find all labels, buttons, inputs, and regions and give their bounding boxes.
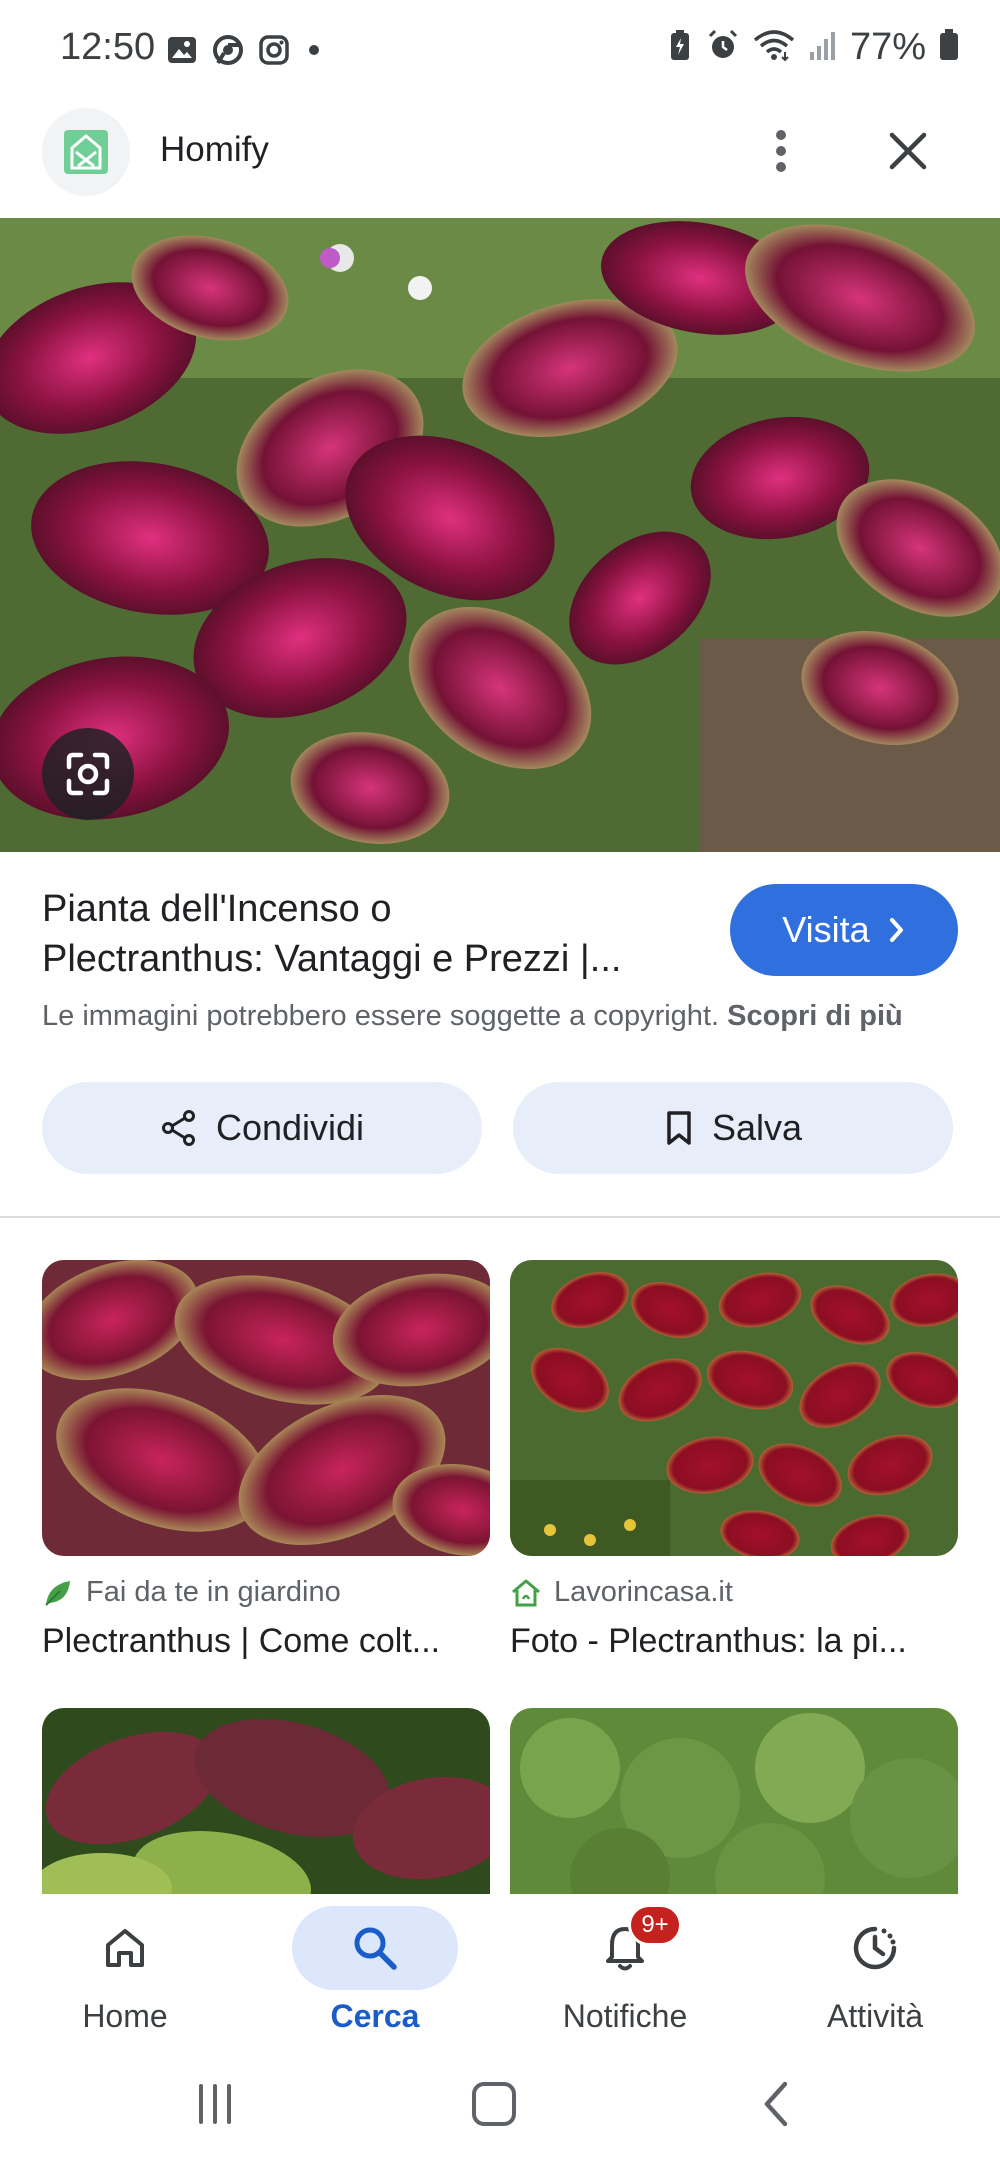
related-title-2[interactable]: Foto - Plectranthus: la pi...: [510, 1622, 958, 1661]
related-source-2[interactable]: Lavorincasa.it: [510, 1576, 733, 1609]
chrome-icon: [212, 34, 244, 71]
related-image-3[interactable]: [42, 1708, 490, 1908]
nav-notifications-label: Notifiche: [562, 1998, 688, 2034]
nav-home[interactable]: Home: [0, 1894, 250, 2044]
nav-activity[interactable]: Attività: [750, 1894, 1000, 2044]
nav-home-label: Home: [82, 1998, 168, 2034]
home-icon: [106, 1929, 144, 1967]
save-label: Salva: [711, 1107, 803, 1148]
leaf-favicon-icon: [45, 1580, 70, 1606]
share-button[interactable]: Condividi: [42, 1082, 482, 1174]
main-image[interactable]: [0, 218, 1000, 852]
coleus-thumbnail-image: [42, 1260, 490, 1556]
related-image-2[interactable]: [510, 1260, 958, 1556]
related-title-1[interactable]: Plectranthus | Come colt...: [42, 1622, 490, 1661]
status-time: 12:50: [60, 26, 156, 68]
related-image-1[interactable]: [42, 1260, 490, 1556]
share-icon: [161, 1110, 195, 1146]
divider: [0, 1216, 1000, 1218]
status-right: 77%: [666, 26, 960, 69]
nav-notifications-pill: [542, 1906, 708, 1990]
green-shrub-thumbnail-image: [510, 1708, 958, 1908]
notification-badge: 9+: [628, 1904, 682, 1946]
bottom-navigation: Home Cerca 9+ Notifiche Attività: [0, 1894, 1000, 2044]
result-title[interactable]: Pianta dell'Incenso o Plectranthus: Vant…: [42, 884, 722, 984]
more-options-button[interactable]: [756, 116, 806, 186]
coleus-green-thumbnail-image: [42, 1708, 490, 1908]
save-button[interactable]: Salva: [513, 1082, 953, 1174]
coleus-red-thumbnail-image: [510, 1260, 958, 1556]
back-icon: [764, 2081, 788, 2127]
related-source-1[interactable]: Fai da te in giardino: [42, 1576, 341, 1609]
system-navigation: [0, 2044, 1000, 2166]
house-favicon-icon: [512, 1579, 540, 1606]
status-left-icons: [166, 34, 324, 71]
learn-more-link[interactable]: Scopri di più: [727, 1000, 903, 1032]
battery-saver-icon: [666, 28, 694, 67]
close-icon: [889, 132, 927, 170]
related-image-4[interactable]: [510, 1708, 958, 1908]
gallery-icon: [166, 34, 198, 71]
site-name: Homify: [160, 130, 269, 169]
bookmark-icon: [667, 1111, 691, 1145]
copyright-notice: Le immagini potrebbero essere soggette a…: [42, 1000, 903, 1033]
recents-icon: [199, 2084, 231, 2124]
wifi-icon: [752, 28, 796, 67]
homify-logo-icon: [64, 130, 108, 174]
system-home-button[interactable]: [434, 2064, 554, 2144]
share-label: Condividi: [215, 1107, 365, 1148]
search-icon: [354, 1927, 397, 1970]
nav-home-pill: [42, 1906, 208, 1990]
related-source-1-label: Fai da te in giardino: [86, 1576, 341, 1608]
visit-label: Visita: [782, 909, 870, 950]
lens-search-button[interactable]: [42, 728, 134, 820]
more-vert-icon: [776, 130, 786, 172]
lens-icon: [66, 752, 110, 796]
back-button[interactable]: [716, 2064, 836, 2144]
chevron-right-icon: [889, 918, 903, 942]
nav-activity-label: Attività: [826, 1998, 924, 2034]
dot-icon: [304, 34, 324, 71]
status-bar: 12:50 77%: [0, 0, 1000, 100]
result-title-line1: Pianta dell'Incenso o: [42, 888, 392, 930]
nav-search[interactable]: Cerca: [250, 1894, 500, 2044]
copyright-text: Le immagini potrebbero essere soggette a…: [42, 1000, 720, 1032]
nav-notifications[interactable]: 9+ Notifiche: [500, 1894, 750, 2044]
nav-activity-pill: [792, 1906, 958, 1990]
home-button-icon: [472, 2082, 516, 2126]
instagram-icon: [258, 34, 290, 71]
app-header: Homify: [0, 100, 1000, 218]
recents-button[interactable]: [155, 2064, 275, 2144]
alarm-icon: [706, 28, 740, 67]
battery-icon: [938, 28, 960, 67]
result-title-line2: Plectranthus: Vantaggi e Prezzi |...: [42, 938, 622, 980]
close-button[interactable]: [876, 116, 940, 186]
visit-button[interactable]: Visita: [730, 884, 958, 976]
activity-icon: [853, 1926, 897, 1970]
site-logo[interactable]: [42, 108, 130, 196]
signal-icon: [808, 28, 838, 67]
nav-search-pill: [292, 1906, 458, 1990]
battery-percent: 77%: [849, 26, 926, 68]
coleus-plant-image: [0, 218, 1000, 852]
related-source-2-label: Lavorincasa.it: [554, 1576, 733, 1608]
nav-search-label: Cerca: [330, 1998, 420, 2034]
